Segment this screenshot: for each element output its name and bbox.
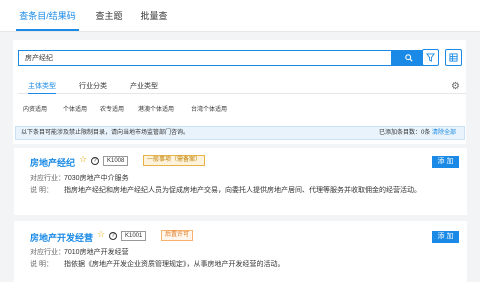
notice-right: 已添加条目数：0条 清除全部: [379, 127, 456, 139]
selected-count: 已添加条目数：0条: [378, 130, 431, 136]
tab-search-entry[interactable]: 查条目/结果码: [16, 9, 79, 31]
description-label: 说 明：: [30, 187, 53, 194]
option-taiwan-individual[interactable]: 台湾个体适用: [191, 104, 227, 113]
result-code: K1008: [103, 156, 129, 166]
result-title[interactable]: 房地产经纪: [30, 156, 75, 169]
filter-subtabs: 主体类型 行业分类 产业类型 ⚙: [18, 78, 466, 94]
help-icon[interactable]: ?: [109, 232, 117, 240]
description-row: 说 明： 指房地产经纪和房地产经纪人员为促成房地产交易，向委托人提供房地产居间、代…: [30, 185, 421, 195]
option-individual[interactable]: 个体适用: [63, 104, 87, 113]
status-badge: 一般事项（需备案）: [143, 155, 206, 166]
description-value: 指依据《房地产开发企业资质管理规定》，从事房地产开发经营的活动。: [64, 261, 285, 268]
result-title[interactable]: 房地产开发经营: [30, 231, 93, 244]
star-icon[interactable]: ☆: [97, 229, 105, 240]
result-card: 房地产经纪 ☆ ? K1008 一般事项（需备案） 添 加 对应行业：7030房…: [14, 148, 467, 215]
add-button[interactable]: 添 加: [432, 156, 459, 168]
option-domestic[interactable]: 内资适用: [23, 104, 47, 113]
tab-search-topic[interactable]: 查主题: [90, 9, 128, 31]
industry-value: 7030房地产中介服务: [64, 175, 129, 182]
filter-icon: [426, 53, 435, 62]
search-input[interactable]: [18, 50, 426, 66]
industry-row: 对应行业：7010房地产开发经营: [30, 247, 129, 257]
description-row: 说 明： 指依据《房地产开发企业资质管理规定》，从事房地产开发经营的活动。: [30, 259, 285, 269]
option-farmer-coop[interactable]: 农专适用: [100, 104, 124, 113]
subtab-entity-type[interactable]: 主体类型: [28, 81, 56, 94]
subtab-industry[interactable]: 行业分类: [79, 81, 107, 94]
industry-label: 对应行业：: [30, 175, 65, 182]
notice-text: 以下条目可能涉及禁止限制目录，请向当地市场监管部门咨询。: [21, 130, 190, 136]
search-icon: [404, 54, 413, 62]
gear-icon[interactable]: ⚙: [451, 82, 461, 92]
filter-button[interactable]: [422, 49, 439, 66]
add-button[interactable]: 添 加: [432, 231, 459, 243]
subtab-sector-type[interactable]: 产业类型: [130, 81, 158, 94]
tab-bar: 查条目/结果码 查主题 批量查: [0, 0, 480, 32]
grid-view-button[interactable]: [445, 49, 462, 66]
industry-label: 对应行业：: [30, 249, 65, 256]
description-label: 说 明：: [30, 261, 53, 268]
notice-bar: 以下条目可能涉及禁止限制目录，请向当地市场监管部门咨询。 已添加条目数：0条 清…: [15, 126, 465, 140]
description-value: 指房地产经纪和房地产经纪人员为促成房地产交易，向委托人提供房地产居间、代理等服务…: [64, 187, 421, 194]
result-card: 房地产开发经营 ☆ ? K1001 后置许可 添 加 对应行业：7010房地产开…: [14, 221, 467, 282]
help-icon[interactable]: ?: [91, 157, 99, 165]
search-button[interactable]: [391, 50, 426, 66]
result-code: K1001: [121, 231, 147, 241]
star-icon[interactable]: ☆: [79, 154, 87, 165]
grid-icon: [449, 53, 458, 62]
status-badge: 后置许可: [161, 230, 194, 241]
industry-value: 7010房地产开发经营: [64, 249, 129, 256]
tab-batch-search[interactable]: 批量查: [138, 9, 170, 31]
option-hk-macau-individual[interactable]: 港澳个体适用: [138, 104, 174, 113]
industry-row: 对应行业：7030房地产中介服务: [30, 173, 129, 183]
clear-all-link[interactable]: 清除全部: [432, 130, 456, 136]
